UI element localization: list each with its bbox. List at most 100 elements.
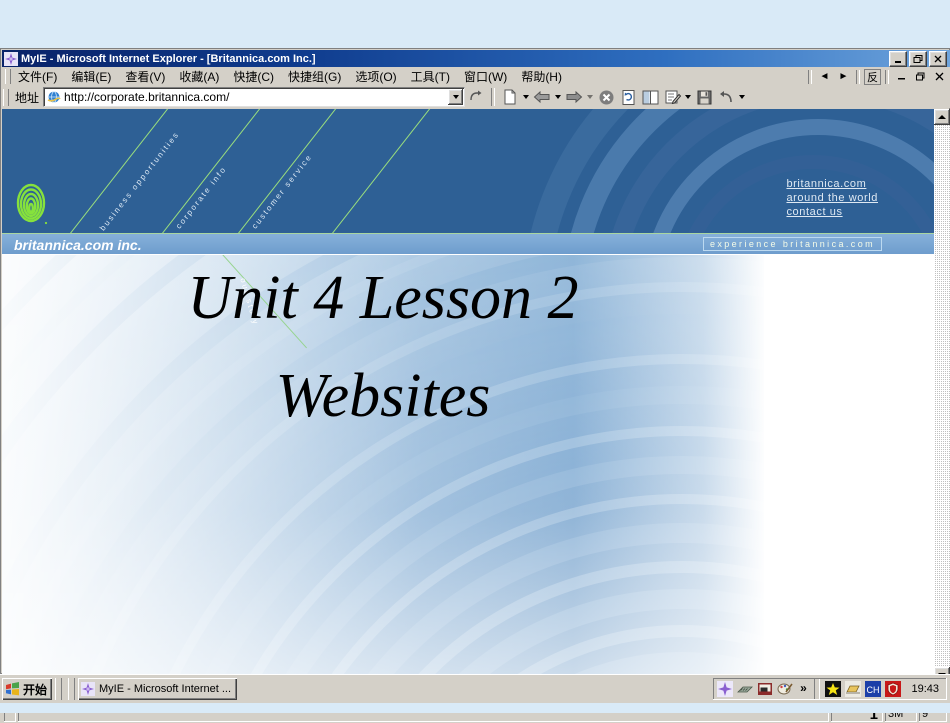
window-title: MyIE - Microsoft Internet Explorer - [Br…: [21, 52, 316, 65]
chevron-down-icon: [739, 95, 746, 99]
address-grip[interactable]: [3, 88, 9, 106]
brand-wordmark: britannica.com inc.: [14, 237, 142, 253]
scroll-up-button[interactable]: [934, 109, 950, 125]
banner-diagonal-1: [70, 109, 182, 233]
new-page-button[interactable]: [499, 87, 521, 107]
menu-tools[interactable]: 工具(T): [404, 66, 457, 87]
stop-button[interactable]: [595, 87, 617, 107]
mdi-restore-button[interactable]: [912, 69, 929, 85]
menu-options[interactable]: 选项(O): [348, 66, 403, 87]
banner-diagonal-4: [332, 109, 444, 233]
restore-button[interactable]: [909, 51, 927, 67]
refresh-button[interactable]: [617, 87, 639, 107]
link-britannica-com[interactable]: britannica.com: [786, 177, 878, 191]
ripple-background: our story Unit 4 Lesson 2 Websites: [2, 255, 764, 683]
web-page: business opportunities corporate info cu…: [2, 109, 934, 683]
address-input-wrapper[interactable]: http://corporate.britannica.com/: [43, 87, 466, 107]
menu-view[interactable]: 查看(V): [118, 66, 172, 87]
mdi-restore-all-button[interactable]: 反: [864, 68, 881, 85]
page-body: our story Unit 4 Lesson 2 Websites: [2, 255, 934, 683]
chevron-down-icon: [452, 95, 459, 99]
mdi-sep2: [885, 69, 889, 84]
taskbar-clock[interactable]: 19:43: [903, 683, 945, 695]
split-view-button[interactable]: [639, 87, 661, 107]
address-label: 地址: [15, 90, 40, 105]
menu-bar: 文件(F) 编辑(E) 查看(V) 收藏(A) 快捷(C) 快捷组(G) 选项(…: [2, 67, 950, 86]
menu-help[interactable]: 帮助(H): [514, 66, 569, 87]
mdi-grip: [808, 69, 812, 84]
display-tray-icon[interactable]: [757, 681, 773, 697]
banner-links: britannica.com around the world contact …: [786, 177, 878, 219]
close-button[interactable]: [929, 51, 947, 67]
go-button[interactable]: [465, 87, 487, 107]
chevron-down-icon: [587, 95, 594, 99]
myie-tray-icon[interactable]: [717, 681, 734, 697]
minimize-button[interactable]: [889, 51, 907, 67]
back-dropdown[interactable]: [553, 87, 563, 107]
chevron-down-icon: [555, 95, 562, 99]
page-globe-icon: [47, 90, 61, 104]
menu-shortcut-group[interactable]: 快捷组(G): [281, 66, 348, 87]
folder-tray-icon[interactable]: [845, 681, 862, 697]
taskbar: 开始 MyIE - Microsoft Internet ... » CH 19…: [0, 674, 950, 703]
forward-button[interactable]: [563, 87, 585, 107]
menu-window[interactable]: 窗口(W): [457, 66, 514, 87]
forward-dropdown[interactable]: [585, 87, 595, 107]
link-around-the-world[interactable]: around the world: [786, 191, 878, 205]
address-input[interactable]: http://corporate.britannica.com/: [64, 90, 448, 104]
page-viewport: business opportunities corporate info cu…: [2, 109, 950, 683]
taskbar-window-myie[interactable]: MyIE - Microsoft Internet ...: [78, 678, 238, 700]
new-page-dropdown[interactable]: [521, 87, 531, 107]
back-button[interactable]: [531, 87, 553, 107]
ch-ime-icon[interactable]: CH: [865, 681, 882, 697]
mdi-controls: ◄ ► 反: [806, 68, 948, 85]
toolbar-separator-1: [491, 88, 496, 106]
menu-edit[interactable]: 编辑(E): [64, 66, 118, 87]
mdi-next-button[interactable]: ►: [835, 69, 852, 85]
network-tray-icon[interactable]: [737, 681, 754, 697]
britannica-thumbprint-logo: [16, 183, 50, 227]
shield-tray-icon[interactable]: [885, 681, 902, 697]
lesson-title: Unit 4 Lesson 2 Websites: [2, 255, 764, 427]
banner-label-corporate[interactable]: corporate info: [174, 164, 228, 230]
mdi-minimize-button[interactable]: [893, 69, 910, 85]
banner-label-customer[interactable]: customer service: [250, 152, 314, 230]
chevron-down-icon: [685, 95, 692, 99]
chevron-up-icon: [938, 115, 946, 119]
brand-bar: britannica.com inc. experience britannic…: [2, 233, 934, 254]
desktop: MyIE - Microsoft Internet Explorer - [Br…: [0, 0, 950, 723]
address-dropdown-button[interactable]: [448, 89, 464, 105]
menu-favorites[interactable]: 收藏(A): [172, 66, 226, 87]
start-button[interactable]: 开始: [2, 678, 53, 700]
menu-shortcut[interactable]: 快捷(C): [226, 66, 281, 87]
edit-dropdown[interactable]: [683, 87, 693, 107]
title-bar[interactable]: MyIE - Microsoft Internet Explorer - [Br…: [2, 50, 950, 67]
menu-file[interactable]: 文件(F): [11, 66, 64, 87]
mdi-close-button[interactable]: [931, 69, 948, 85]
save-button[interactable]: [693, 87, 715, 107]
taskbar-grip-2[interactable]: [68, 678, 76, 700]
windows-flag-icon: [5, 682, 20, 696]
chevron-down-icon: [523, 95, 530, 99]
edit-button[interactable]: [661, 87, 683, 107]
system-tray: » CH 19:43: [713, 678, 947, 700]
myie-icon: [4, 51, 18, 66]
link-contact-us[interactable]: contact us: [786, 205, 878, 219]
tray-overflow-icon[interactable]: »: [797, 681, 809, 697]
window-controls: [889, 51, 947, 67]
start-label: 开始: [23, 682, 48, 697]
lesson-title-line2: Websites: [275, 362, 491, 430]
taskbar-window-label: MyIE - Microsoft Internet ...: [99, 683, 232, 695]
undo-button[interactable]: [715, 87, 737, 107]
lesson-title-line1: Unit 4 Lesson 2: [187, 264, 579, 332]
vertical-scrollbar[interactable]: [934, 109, 950, 683]
paint-tray-icon[interactable]: [777, 681, 794, 697]
britannica-banner: business opportunities corporate info cu…: [2, 109, 934, 233]
undo-dropdown[interactable]: [737, 87, 747, 107]
star-tray-icon[interactable]: [825, 681, 842, 697]
browser-window: MyIE - Microsoft Internet Explorer - [Br…: [0, 48, 950, 723]
experience-badge[interactable]: experience britannica.com: [702, 237, 882, 251]
myie-icon: [81, 682, 96, 696]
mdi-prev-button[interactable]: ◄: [816, 69, 833, 85]
taskbar-grip-1[interactable]: [55, 678, 63, 700]
